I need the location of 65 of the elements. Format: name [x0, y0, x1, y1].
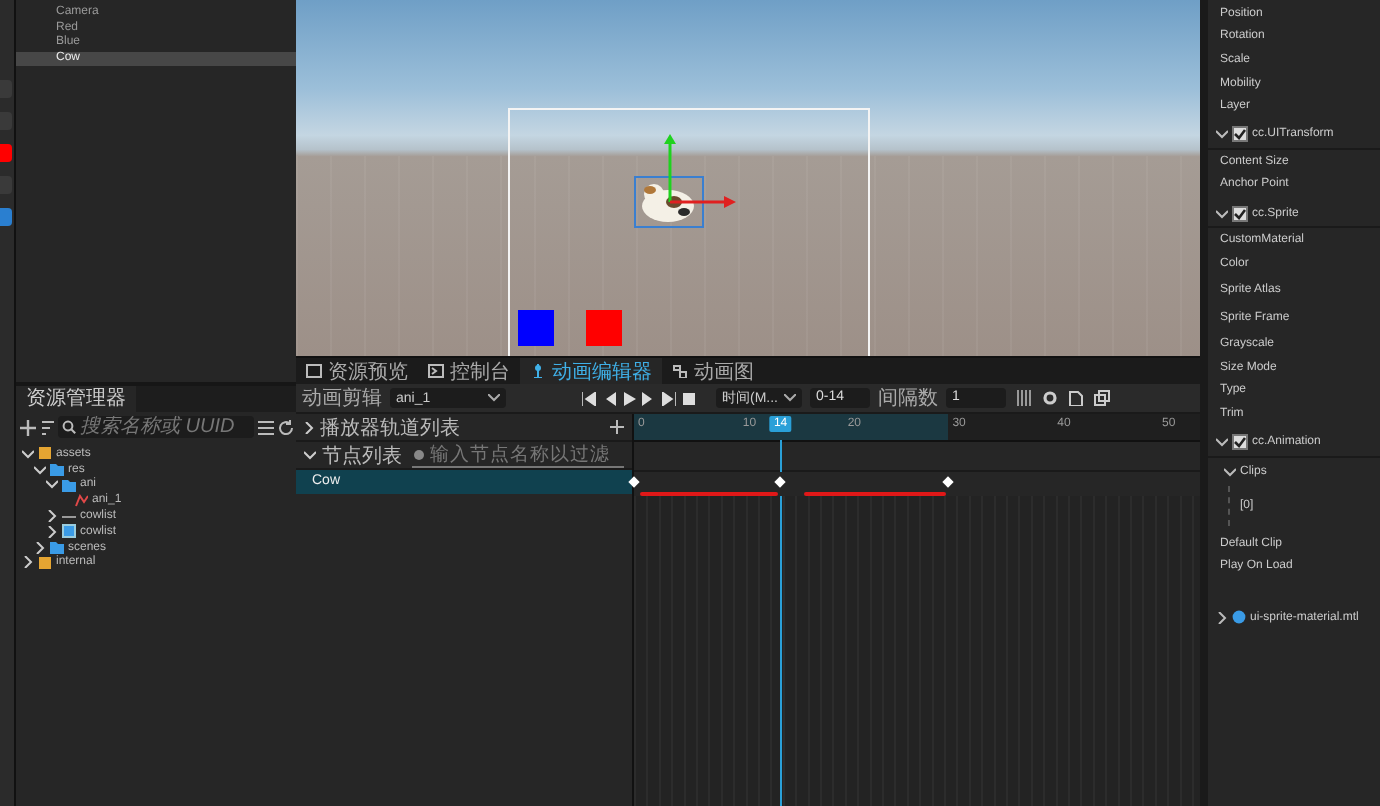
- play-icon[interactable]: [622, 391, 636, 405]
- globe-icon: [1232, 610, 1246, 625]
- search-field[interactable]: 搜索名称或 UUID: [58, 416, 254, 438]
- last-frame-icon[interactable]: [662, 391, 676, 405]
- tracks-label: 播放器轨道列表: [320, 415, 460, 441]
- node-filter-field[interactable]: 输入节点名称以过滤: [412, 443, 624, 467]
- window-icon: [306, 364, 322, 378]
- panel-tab[interactable]: 资源管理器: [16, 386, 136, 412]
- checkbox[interactable]: [1232, 205, 1248, 222]
- folder-icon: [50, 540, 64, 555]
- terminal-icon: [428, 364, 444, 378]
- chevron-down-icon[interactable]: [34, 463, 46, 476]
- list-icon[interactable]: [256, 418, 274, 436]
- pin-icon: [530, 364, 546, 378]
- move-gizmo[interactable]: [658, 134, 738, 214]
- chevron-down-icon[interactable]: [22, 447, 34, 460]
- dot-icon: [412, 447, 426, 461]
- chevron-down-icon[interactable]: [1216, 436, 1228, 449]
- add-icon[interactable]: [18, 418, 36, 436]
- chevron-down-icon[interactable]: [1216, 207, 1228, 220]
- database-icon: [38, 446, 52, 461]
- copy-icon[interactable]: [1092, 389, 1110, 407]
- checkbox[interactable]: [1232, 126, 1248, 143]
- animation-clip-icon: [74, 493, 88, 508]
- interval-label: 间隔数: [878, 386, 938, 412]
- sort-icon[interactable]: [38, 418, 56, 436]
- first-frame-icon[interactable]: [582, 391, 596, 405]
- chevron-down-icon[interactable]: [46, 478, 58, 491]
- color-swatch[interactable]: [0, 144, 12, 162]
- caret-icon: [784, 394, 796, 402]
- chevron-right-icon[interactable]: [46, 510, 58, 523]
- search-icon: [62, 420, 76, 434]
- panel-tab[interactable]: 动画编辑器: [520, 358, 662, 384]
- gear-icon[interactable]: [1040, 389, 1058, 407]
- chevron-down-icon[interactable]: [304, 450, 316, 460]
- document-icon[interactable]: [1066, 389, 1084, 407]
- keyframe-marker[interactable]: [774, 476, 787, 488]
- grid-icon[interactable]: [1014, 389, 1032, 407]
- chevron-right-icon[interactable]: [46, 525, 58, 538]
- tracks-header[interactable]: 播放器轨道列表: [296, 414, 632, 442]
- next-frame-icon[interactable]: [642, 391, 656, 405]
- chevron-down-icon[interactable]: [1216, 128, 1228, 141]
- add-icon[interactable]: [610, 420, 624, 434]
- cow-sprite[interactable]: [634, 176, 704, 228]
- previous-frame-icon[interactable]: [602, 391, 616, 405]
- stop-icon[interactable]: [682, 391, 696, 405]
- chevron-right-icon[interactable]: [22, 556, 34, 569]
- keyframe-marker[interactable]: [628, 476, 640, 488]
- graph-icon: [672, 364, 688, 378]
- keyframe-marker[interactable]: [943, 476, 955, 488]
- clip-label: 动画剪辑: [302, 385, 382, 412]
- nodes-label: 节点列表: [322, 443, 402, 469]
- chevron-right-icon[interactable]: [1216, 611, 1228, 624]
- chevron-right-icon[interactable]: [304, 421, 314, 433]
- database-icon: [38, 555, 52, 570]
- refresh-icon[interactable]: [276, 418, 294, 436]
- playhead-line[interactable]: [780, 440, 783, 806]
- panel-tab[interactable]: 资源预览: [296, 358, 418, 384]
- panel-tab[interactable]: 控制台: [418, 358, 520, 384]
- checkbox[interactable]: [1232, 434, 1248, 451]
- image-icon: [62, 524, 76, 539]
- chevron-down-icon[interactable]: [1224, 465, 1236, 478]
- caret-icon: [488, 394, 500, 402]
- panel-tab[interactable]: 动画图: [662, 358, 764, 384]
- chevron-right-icon[interactable]: [34, 541, 46, 554]
